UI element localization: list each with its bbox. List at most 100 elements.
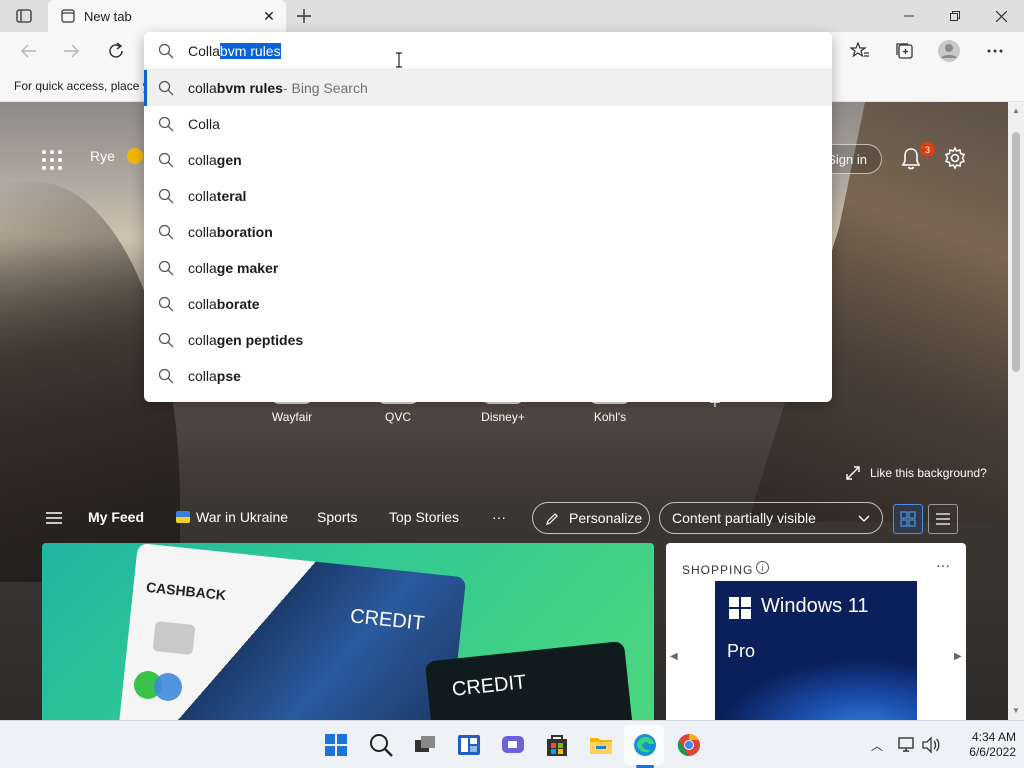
sign-in-label: Sign in	[827, 151, 867, 167]
hamburger-menu-icon[interactable]	[44, 510, 64, 526]
file-explorer-icon[interactable]	[587, 731, 615, 759]
scroll-down-icon[interactable]: ▼	[1012, 706, 1020, 715]
settings-more-button[interactable]	[980, 37, 1010, 65]
list-icon	[936, 513, 950, 525]
quick-link-label: Disney+	[481, 410, 525, 424]
volume-icon[interactable]	[921, 736, 941, 754]
suggestion-item[interactable]: colla gen	[144, 142, 832, 178]
feed-hero-card[interactable]: CASHBACK CREDIT CREDIT	[42, 543, 654, 720]
carousel-next-icon[interactable]: ▶	[954, 651, 962, 662]
expand-icon	[846, 466, 860, 480]
collections-button[interactable]	[890, 37, 920, 65]
list-layout-button[interactable]	[928, 504, 958, 534]
close-tab-icon[interactable]: ✕	[260, 8, 278, 25]
shopping-card-title: SHOPPING	[682, 563, 754, 577]
text-cursor-icon	[396, 52, 402, 68]
suggestion-prefix: colla	[188, 224, 217, 240]
carousel-prev-icon[interactable]: ◀	[670, 651, 678, 662]
feed-tab-top-stories[interactable]: Top Stories	[389, 509, 459, 525]
forward-button[interactable]	[56, 37, 86, 65]
search-icon[interactable]	[367, 731, 395, 759]
suggestion-prefix: colla	[188, 332, 217, 348]
suggestion-item[interactable]: Colla	[144, 106, 832, 142]
product-image[interactable]: Windows 11 Pro	[715, 581, 917, 720]
feed-more-button[interactable]: ···	[492, 509, 506, 525]
feed-tab-my-feed[interactable]: My Feed	[88, 509, 144, 525]
feed-tab-war-in-ukraine[interactable]: War in Ukraine	[176, 509, 288, 525]
page-scrollbar[interactable]: ▲ ▼	[1008, 102, 1024, 720]
arrow-right-icon	[64, 44, 79, 58]
restore-button[interactable]	[932, 0, 978, 32]
store-icon[interactable]	[543, 731, 571, 759]
more-horizontal-icon	[987, 49, 1003, 53]
gear-icon[interactable]	[943, 146, 967, 170]
quick-link-label: Wayfair	[271, 410, 313, 424]
tab-actions-button[interactable]	[8, 5, 40, 27]
address-autocomplete-selection: bvm rules	[219, 42, 281, 59]
search-icon	[158, 116, 174, 132]
suggestion-completion: borate	[216, 296, 260, 312]
search-icon	[158, 80, 174, 96]
windows-logo-icon	[729, 597, 751, 619]
suggestion-item[interactable]: colla boration	[144, 214, 832, 250]
feed-tab-sports[interactable]: Sports	[317, 509, 357, 525]
search-icon	[158, 188, 174, 204]
app-launcher-icon[interactable]	[40, 148, 64, 172]
address-bar-input[interactable]: Colla bvm rules	[144, 32, 832, 70]
search-icon	[158, 260, 174, 276]
suggestion-prefix: colla	[188, 368, 217, 384]
address-bar-dropdown: Colla bvm rules colla bvm rules - Bing Sea…	[144, 32, 832, 402]
tab-title: New tab	[84, 8, 132, 24]
new-tab-button[interactable]	[292, 4, 316, 28]
collections-icon	[896, 43, 913, 59]
suggestion-completion: bvm rules	[216, 80, 283, 96]
widgets-icon[interactable]	[455, 731, 483, 759]
system-clock[interactable]: 4:34 AM 6/6/2022	[948, 730, 1016, 760]
suggestion-item[interactable]: colla gen peptides	[144, 322, 832, 358]
edge-browser-icon[interactable]	[631, 731, 659, 759]
close-window-button[interactable]	[978, 0, 1024, 32]
chrome-browser-icon[interactable]	[675, 731, 703, 759]
chat-icon[interactable]	[499, 731, 527, 759]
grid-icon	[900, 511, 916, 527]
back-button[interactable]	[14, 37, 44, 65]
tab-actions-icon	[16, 9, 32, 23]
like-background-link[interactable]: Like this background?	[846, 466, 987, 480]
restore-icon	[950, 11, 960, 21]
tab-new-tab[interactable]: New tab ✕	[48, 0, 286, 32]
network-icon[interactable]	[897, 736, 917, 754]
suggestion-prefix: colla	[188, 296, 217, 312]
weather-widget[interactable]: Rye	[90, 148, 143, 164]
search-icon	[158, 368, 174, 384]
shopping-more-button[interactable]: ···	[936, 557, 950, 573]
avatar-icon	[938, 40, 960, 62]
task-view-icon[interactable]	[411, 731, 439, 759]
personalize-label: Personalize	[569, 510, 643, 526]
windows-start-icon[interactable]	[322, 731, 350, 759]
minimize-icon	[904, 15, 914, 17]
suggestion-item[interactable]: colla ge maker	[144, 250, 832, 286]
refresh-button[interactable]	[101, 37, 131, 65]
close-icon	[995, 10, 1007, 22]
suggestion-completion: teral	[216, 188, 247, 204]
info-icon[interactable]: i	[756, 561, 769, 574]
scroll-thumb[interactable]	[1012, 132, 1020, 372]
content-visibility-dropdown[interactable]: Content partially visible	[659, 502, 883, 534]
plus-icon	[297, 9, 311, 23]
suggestion-item[interactable]: colla pse	[144, 358, 832, 394]
tray-chevron-up-icon[interactable]: ︿	[871, 737, 883, 754]
favorites-button[interactable]	[845, 37, 875, 65]
minimize-button[interactable]	[886, 0, 932, 32]
suggestion-item[interactable]: colla bvm rules - Bing Search	[144, 70, 832, 106]
profile-button[interactable]	[934, 37, 964, 65]
quick-link-label: QVC	[384, 410, 411, 424]
scroll-up-icon[interactable]: ▲	[1012, 106, 1020, 115]
personalize-button[interactable]: Personalize	[532, 502, 650, 534]
grid-layout-button[interactable]	[893, 504, 923, 534]
suggestion-item[interactable]: colla teral	[144, 178, 832, 214]
product-name: Windows 11	[761, 595, 869, 617]
shopping-card[interactable]: SHOPPING i ··· Windows 11 Pro ◀ ▶	[666, 543, 966, 720]
suggestion-item[interactable]: colla borate	[144, 286, 832, 322]
suggestion-completion: ge maker	[216, 260, 279, 276]
refresh-icon	[109, 42, 123, 58]
